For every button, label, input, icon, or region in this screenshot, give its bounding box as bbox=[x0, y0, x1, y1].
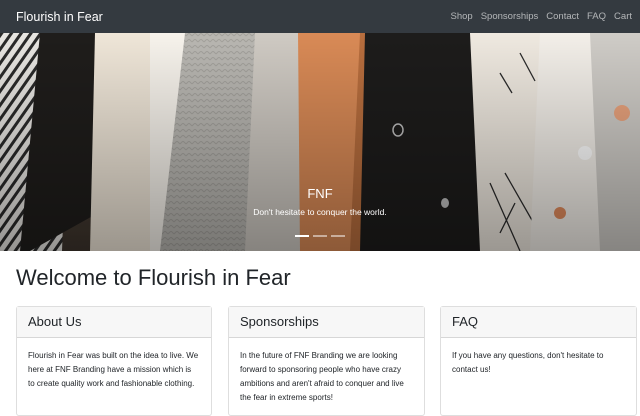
nav-link-shop[interactable]: Shop bbox=[451, 11, 473, 22]
carousel-indicators bbox=[0, 235, 640, 237]
nav-link-cart[interactable]: Cart bbox=[614, 11, 632, 22]
carousel-indicator-3[interactable] bbox=[331, 235, 345, 237]
clothing-rack-image bbox=[0, 33, 640, 251]
card-sponsorships: Sponsorships In the future of FNF Brandi… bbox=[228, 306, 425, 416]
nav-link-sponsorships[interactable]: Sponsorships bbox=[481, 11, 539, 22]
card-header: About Us bbox=[17, 307, 211, 338]
navbar: Flourish in Fear Shop Sponsorships Conta… bbox=[0, 0, 640, 33]
carousel-title: FNF bbox=[307, 186, 333, 201]
carousel-text: Don't hesitate to conquer the world. bbox=[253, 207, 387, 217]
nav-link-faq[interactable]: FAQ bbox=[587, 11, 606, 22]
card-faq: FAQ If you have any questions, don't hes… bbox=[440, 306, 637, 416]
card-body: In the future of FNF Branding we are loo… bbox=[240, 351, 404, 402]
brand-link[interactable]: Flourish in Fear bbox=[16, 10, 103, 24]
carousel-indicator-1[interactable] bbox=[295, 235, 309, 237]
card-body: Flourish in Fear was built on the idea t… bbox=[28, 351, 199, 388]
nav-link-contact[interactable]: Contact bbox=[546, 11, 579, 22]
card-body: If you have any questions, don't hesitat… bbox=[452, 351, 604, 374]
carousel-indicator-2[interactable] bbox=[313, 235, 327, 237]
card-header: Sponsorships bbox=[229, 307, 424, 338]
hero-carousel[interactable]: FNF Don't hesitate to conquer the world. bbox=[0, 33, 640, 251]
nav-links: Shop Sponsorships Contact FAQ Cart bbox=[443, 11, 632, 22]
card-about-us: About Us Flourish in Fear was built on t… bbox=[16, 306, 212, 416]
page-title: Welcome to Flourish in Fear bbox=[16, 265, 291, 290]
card-header: FAQ bbox=[441, 307, 636, 338]
carousel-caption: FNF Don't hesitate to conquer the world. bbox=[0, 186, 640, 217]
